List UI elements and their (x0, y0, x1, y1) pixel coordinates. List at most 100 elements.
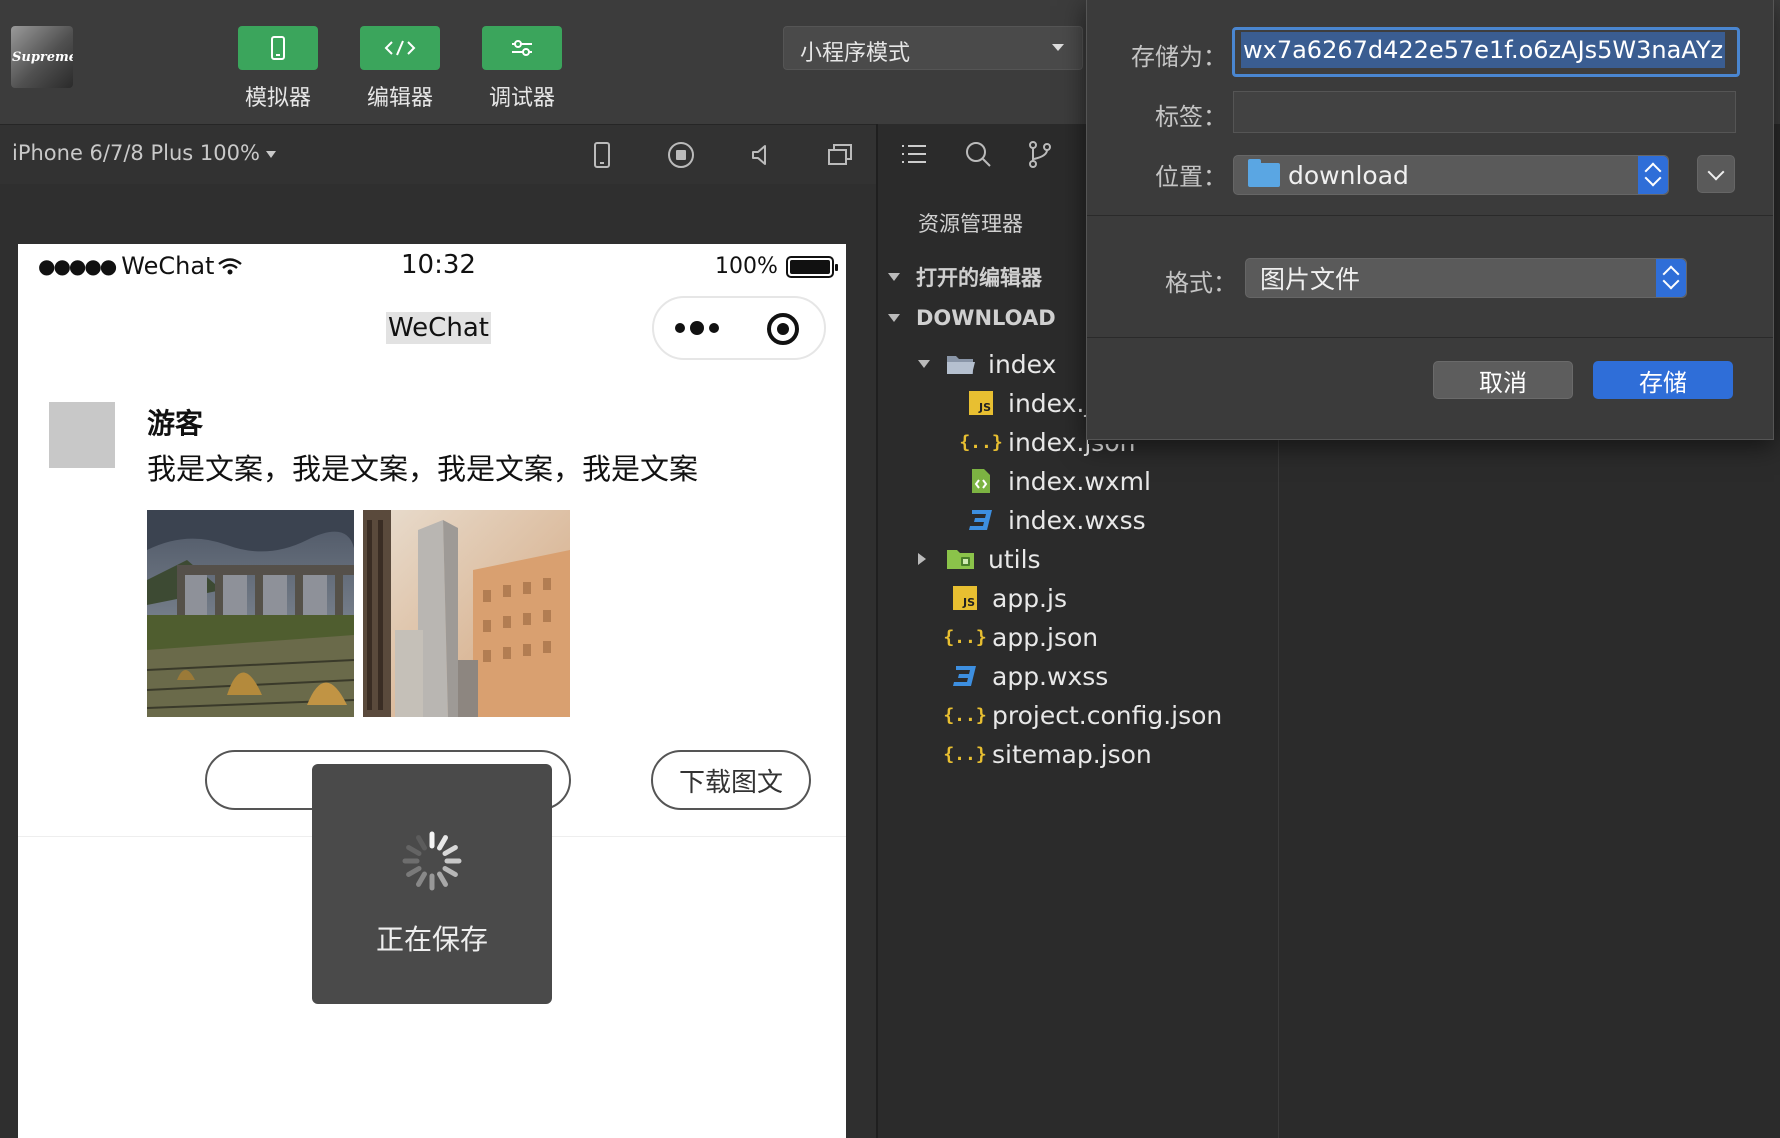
open-editors-label: 打开的编辑器 (916, 266, 1042, 290)
debugger-label: 调试器 (488, 86, 555, 111)
filename-input[interactable]: wx7a6267d422e57e1f.o6zAJs5W3naAYz (1232, 27, 1740, 77)
close-miniprogram-icon[interactable] (767, 313, 799, 345)
tree-item-label: utils (988, 544, 1041, 574)
chevron-down-icon (888, 273, 900, 281)
capsule-menu (652, 296, 826, 360)
battery-icon (785, 255, 838, 278)
simulator-label: 模拟器 (244, 86, 311, 111)
download-button-label: 下载图文 (678, 767, 783, 798)
tree-item-label: app.wxss (992, 661, 1109, 691)
wifi-icon (218, 258, 243, 275)
location-select[interactable]: download (1233, 155, 1669, 195)
status-time: 10:32 (401, 250, 476, 280)
tree-item-index-wxml[interactable]: index.wxml (966, 461, 1151, 501)
phone-icon (238, 26, 318, 70)
divider (1087, 337, 1773, 338)
carrier-text: WeChat (121, 252, 215, 280)
battery-text: 100% (715, 254, 778, 279)
loading-spinner-icon (402, 831, 462, 891)
tree-item-label: index.wxml (1008, 466, 1151, 496)
location-value: download (1288, 160, 1409, 190)
save-button[interactable]: 存储 (1593, 361, 1733, 399)
format-value: 图片文件 (1260, 265, 1361, 294)
chevron-down-icon (918, 360, 930, 368)
volume-icon[interactable] (745, 139, 777, 171)
cancel-button-label: 取消 (1479, 368, 1527, 397)
avatar (49, 402, 115, 468)
sliders-icon (482, 26, 562, 70)
json-file-icon: {..} (943, 626, 987, 648)
more-icon[interactable] (674, 318, 720, 338)
wxml-file-icon (966, 466, 996, 496)
tree-item-label: app.js (992, 583, 1067, 613)
mode-select[interactable]: 小程序模式 (783, 26, 1083, 70)
post-image-2[interactable] (363, 510, 570, 717)
tree-item-app-json[interactable]: {..} app.json (943, 617, 1099, 657)
location-label: 位置： (1155, 163, 1227, 191)
tree-item-label: index.wxss (1008, 505, 1146, 535)
status-battery: 100% (715, 254, 838, 279)
tree-item-label: app.json (992, 622, 1099, 652)
format-label: 格式： (1165, 269, 1237, 297)
chevron-down-icon (888, 314, 900, 322)
editor-empty-area (1278, 440, 1780, 1138)
device-rotate-icon[interactable] (586, 139, 618, 171)
device-select[interactable]: iPhone 6/7/8 Plus 100% (12, 141, 276, 165)
avatar-text: Supreme (12, 50, 73, 65)
project-section[interactable]: DOWNLOAD (888, 306, 1056, 330)
chevron-down-icon (1052, 44, 1064, 51)
tree-item-label: project.config.json (992, 700, 1223, 730)
tree-item-app-wxss[interactable]: app.wxss (950, 656, 1108, 696)
json-file-icon: {..} (959, 431, 1003, 453)
tree-item-index-js[interactable]: JS index.js (966, 383, 1104, 423)
mode-select-value: 小程序模式 (800, 41, 911, 66)
tree-item-project-config[interactable]: {..} project.config.json (943, 695, 1223, 735)
stepper-icon (1638, 156, 1668, 194)
editor-label: 编辑器 (366, 86, 433, 111)
stepper-icon (1656, 259, 1686, 297)
simulator-toggle[interactable]: 模拟器 (238, 26, 318, 112)
save-button-label: 存储 (1639, 368, 1687, 397)
folder-open-icon (946, 349, 976, 379)
stop-icon[interactable] (665, 139, 697, 171)
tree-item-app-js[interactable]: JS app.js (950, 578, 1067, 618)
tags-label: 标签： (1155, 103, 1227, 131)
post-username: 游客 (147, 407, 204, 440)
post-image-1[interactable] (147, 510, 354, 717)
editor-toggle[interactable]: 编辑器 (360, 26, 440, 112)
tree-item-label: sitemap.json (992, 739, 1152, 769)
cancel-button[interactable]: 取消 (1433, 361, 1573, 399)
wxss-file-icon (950, 661, 980, 691)
git-branch-icon[interactable] (1024, 138, 1056, 170)
signal-icon: ●●●●● (38, 254, 117, 278)
tree-item-index-wxss[interactable]: index.wxss (966, 500, 1146, 540)
js-file-icon: JS (966, 388, 996, 418)
detach-window-icon[interactable] (824, 139, 856, 171)
page-title: WeChat (386, 312, 491, 344)
search-icon[interactable] (962, 138, 994, 170)
json-file-icon: {..} (943, 704, 987, 726)
device-select-value: iPhone 6/7/8 Plus 100% (12, 141, 260, 165)
loading-toast: 正在保存 (312, 764, 552, 1004)
tree-item-sitemap[interactable]: {..} sitemap.json (943, 734, 1152, 774)
list-icon[interactable] (898, 138, 930, 170)
divider (1087, 215, 1773, 216)
status-carrier: ●●●●● WeChat (38, 252, 243, 280)
user-avatar[interactable]: Supreme (11, 26, 73, 88)
js-file-icon: JS (950, 583, 980, 613)
simulator-toolbar: iPhone 6/7/8 Plus 100% (0, 124, 878, 184)
tags-input[interactable] (1233, 91, 1736, 133)
tree-item-utils-folder[interactable]: utils (918, 539, 1041, 579)
open-editors-section[interactable]: 打开的编辑器 (888, 262, 1042, 292)
explorer-toolbar (878, 124, 1088, 184)
explorer-title: 资源管理器 (918, 212, 1023, 236)
folder-icon (946, 544, 976, 574)
wxss-file-icon (966, 505, 996, 535)
format-select[interactable]: 图片文件 (1245, 258, 1687, 298)
download-button[interactable]: 下载图文 (651, 750, 811, 810)
json-file-icon: {..} (943, 743, 987, 765)
folder-icon (1248, 159, 1280, 187)
expand-dialog-button[interactable] (1697, 155, 1735, 193)
tree-item-index-folder[interactable]: index (918, 344, 1056, 384)
debugger-toggle[interactable]: 调试器 (482, 26, 562, 112)
